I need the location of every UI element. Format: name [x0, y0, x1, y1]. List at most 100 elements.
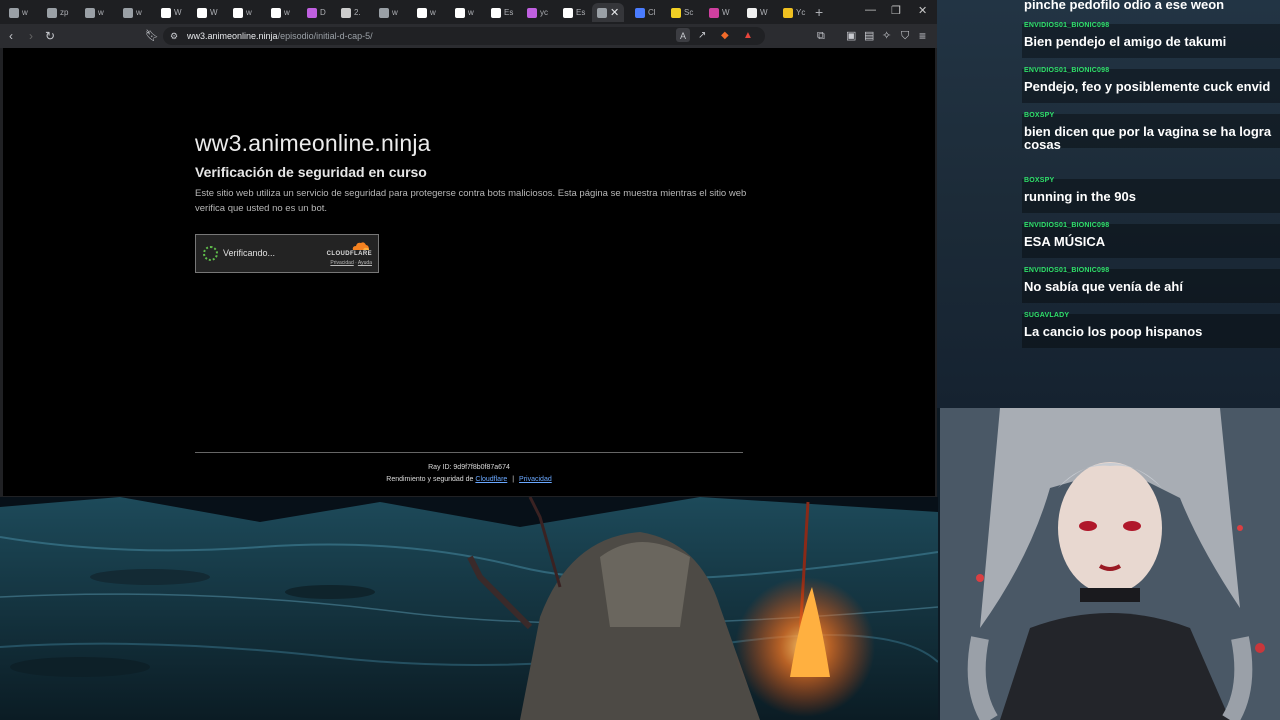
browser-tab[interactable]: W: [192, 3, 228, 22]
p-icon: [197, 7, 207, 18]
cloudflare-challenge-widget[interactable]: Verificando... CLOUDFLARE Privacidad · A…: [195, 234, 379, 273]
forward-icon[interactable]: ›: [29, 28, 33, 44]
browser-window: w zp w w W Ww w D 2. w w w Es yc Es Cl Sc W W Yc ✕ + — ❐ ✕ …: [0, 0, 937, 497]
chat-text: Pendejo, feo y posiblemente cuck envid: [1024, 79, 1271, 94]
sidebar-icon[interactable]: ▣: [846, 28, 856, 44]
chat-message: ENVIDIOS01_BIONIC098 Pendejo, feo y posib…: [1024, 67, 1280, 96]
brave-rewards-icon[interactable]: ▲: [743, 28, 753, 44]
page-content: ww3.animeonline.ninja Verificación de se…: [3, 48, 935, 496]
browser-tab[interactable]: zp: [42, 3, 78, 22]
chat-text: running in the 90s: [1024, 189, 1136, 204]
spinner-icon: [203, 246, 218, 261]
back-icon[interactable]: ‹: [9, 28, 13, 44]
loading-icon: [85, 7, 95, 18]
speaker-icon: [597, 7, 607, 18]
widget-privacy-link[interactable]: Privacidad: [330, 260, 353, 266]
leo-ai-icon[interactable]: ✧: [882, 28, 891, 44]
chat-message: ENVIDIOS01_BIONIC098 Bien pendejo el amig…: [1024, 22, 1280, 51]
tab-label: yc: [540, 8, 548, 17]
footer-divider: [195, 452, 743, 453]
browser-tab[interactable]: Sc: [666, 3, 702, 22]
browser-tab[interactable]: w: [450, 3, 486, 22]
browser-tab[interactable]: w: [118, 3, 154, 22]
music-icon: [527, 7, 537, 18]
tab-strip: w zp w w W Ww w D 2. w w w Es yc Es Cl Sc W W Yc: [0, 0, 937, 24]
tab-label: w: [136, 8, 142, 17]
chat-message: ENVIDIOS01_BIONIC098 No sabía que venía d…: [1024, 267, 1280, 296]
reload-icon[interactable]: ↻: [45, 28, 55, 44]
tab-label: Es: [576, 8, 586, 17]
brave-shield-icon[interactable]: ◆: [721, 28, 729, 44]
browser-tab[interactable]: W: [704, 3, 740, 22]
browser-tab[interactable]: W: [742, 3, 778, 22]
tab-label: W: [210, 8, 218, 17]
url-path: /episodio/initial-d-cap-5/: [277, 31, 373, 41]
browser-tab[interactable]: w: [374, 3, 410, 22]
security-description: Este sitio web utiliza un servicio de se…: [195, 188, 747, 214]
tab-label: Cl: [648, 8, 656, 17]
chat-text: La cancio los poop hispanos: [1024, 324, 1203, 339]
tab-label: w: [98, 8, 104, 17]
browser-tab[interactable]: w: [228, 3, 264, 22]
screenshot-icon[interactable]: ⧉: [817, 28, 825, 44]
new-tab-button[interactable]: +: [815, 4, 823, 20]
privacy-link[interactable]: Privacidad: [519, 476, 552, 483]
chat-text: pinche pedofilo odio a ese weon: [1024, 0, 1225, 12]
browser-tab[interactable]: Yc: [778, 3, 814, 22]
widget-links: Privacidad · Ayuda: [330, 260, 372, 266]
tab-label: zp: [60, 8, 69, 17]
share-icon[interactable]: ↗: [698, 28, 706, 44]
tab-label: w: [392, 8, 398, 17]
browser-tab[interactable]: Es: [558, 3, 594, 22]
stream-chat-overlay: pinche pedofilo odio a ese weon ENVIDIOS0…: [937, 0, 1280, 408]
browser-tab[interactable]: Cl: [630, 3, 666, 22]
page-icon: [341, 7, 351, 18]
chat-username: SUGAVLADY: [1024, 312, 1070, 319]
browser-tab[interactable]: 2.: [336, 3, 372, 22]
wallet-icon[interactable]: ▤: [864, 28, 874, 44]
browser-tab[interactable]: yc: [522, 3, 558, 22]
site-info-icon[interactable]: ⚙︎: [170, 28, 178, 44]
p-icon: [563, 7, 573, 18]
chat-username: ENVIDIOS01_BIONIC098: [1024, 22, 1110, 29]
browser-tab[interactable]: W: [156, 3, 192, 22]
a-icon: [233, 7, 243, 18]
close-tab-icon[interactable]: ✕: [610, 6, 619, 19]
tab-label: w: [468, 8, 474, 17]
browser-tab[interactable]: w: [80, 3, 116, 22]
menu-icon[interactable]: ≡: [919, 28, 926, 44]
browser-tab[interactable]: w: [412, 3, 448, 22]
tab-label: 2.: [354, 8, 361, 17]
restore-icon[interactable]: ❐: [891, 4, 901, 17]
chat-message: SUGAVLADY La cancio los poop hispanos: [1024, 312, 1280, 341]
tab-label: w: [284, 8, 290, 17]
bookmark-icon[interactable]: 🔖︎: [145, 28, 159, 44]
widget-help-link[interactable]: Ayuda: [358, 260, 372, 266]
verifying-status: Verificando...: [223, 248, 276, 258]
browser-tab[interactable]: w: [4, 3, 40, 22]
cloudflare-link[interactable]: Cloudflare: [475, 476, 507, 483]
translate-icon[interactable]: A: [676, 28, 690, 42]
cloudflare-logo-icon: [352, 242, 369, 250]
browser-tab[interactable]: w: [266, 3, 302, 22]
chat-message: pinche pedofilo odio a ese weon: [1024, 0, 1280, 14]
close-window-icon[interactable]: ✕: [918, 4, 927, 17]
chat-message: ENVIDIOS01_BIONIC098 ESA MÚSICA: [1024, 222, 1280, 251]
browser-tab[interactable]: D: [302, 3, 338, 22]
tab-label: Yc: [796, 8, 806, 17]
browser-toolbar: ‹ › ↻ 🔖︎ ⚙︎ ww3.animeonline.ninja/episod…: [0, 24, 937, 48]
streamer-avatar-art: [940, 408, 1280, 720]
chat-username: ENVIDIOS01_BIONIC098: [1024, 67, 1110, 74]
browser-tab[interactable]: Es: [486, 3, 522, 22]
chat-text: ESA MÚSICA: [1024, 234, 1106, 249]
minimize-icon[interactable]: —: [865, 4, 876, 16]
tab-label: w: [430, 8, 436, 17]
star-icon: [783, 7, 793, 18]
address-bar[interactable]: ⚙︎ ww3.animeonline.ninja/episodio/initia…: [163, 27, 765, 45]
vpn-icon[interactable]: ⛉: [901, 28, 909, 44]
globe-icon: [9, 7, 19, 18]
game-scene-art: [0, 497, 938, 720]
chat-text: Bien pendejo el amigo de takumi: [1024, 34, 1227, 49]
globe-icon: [47, 7, 57, 18]
doc-icon: [671, 7, 681, 18]
